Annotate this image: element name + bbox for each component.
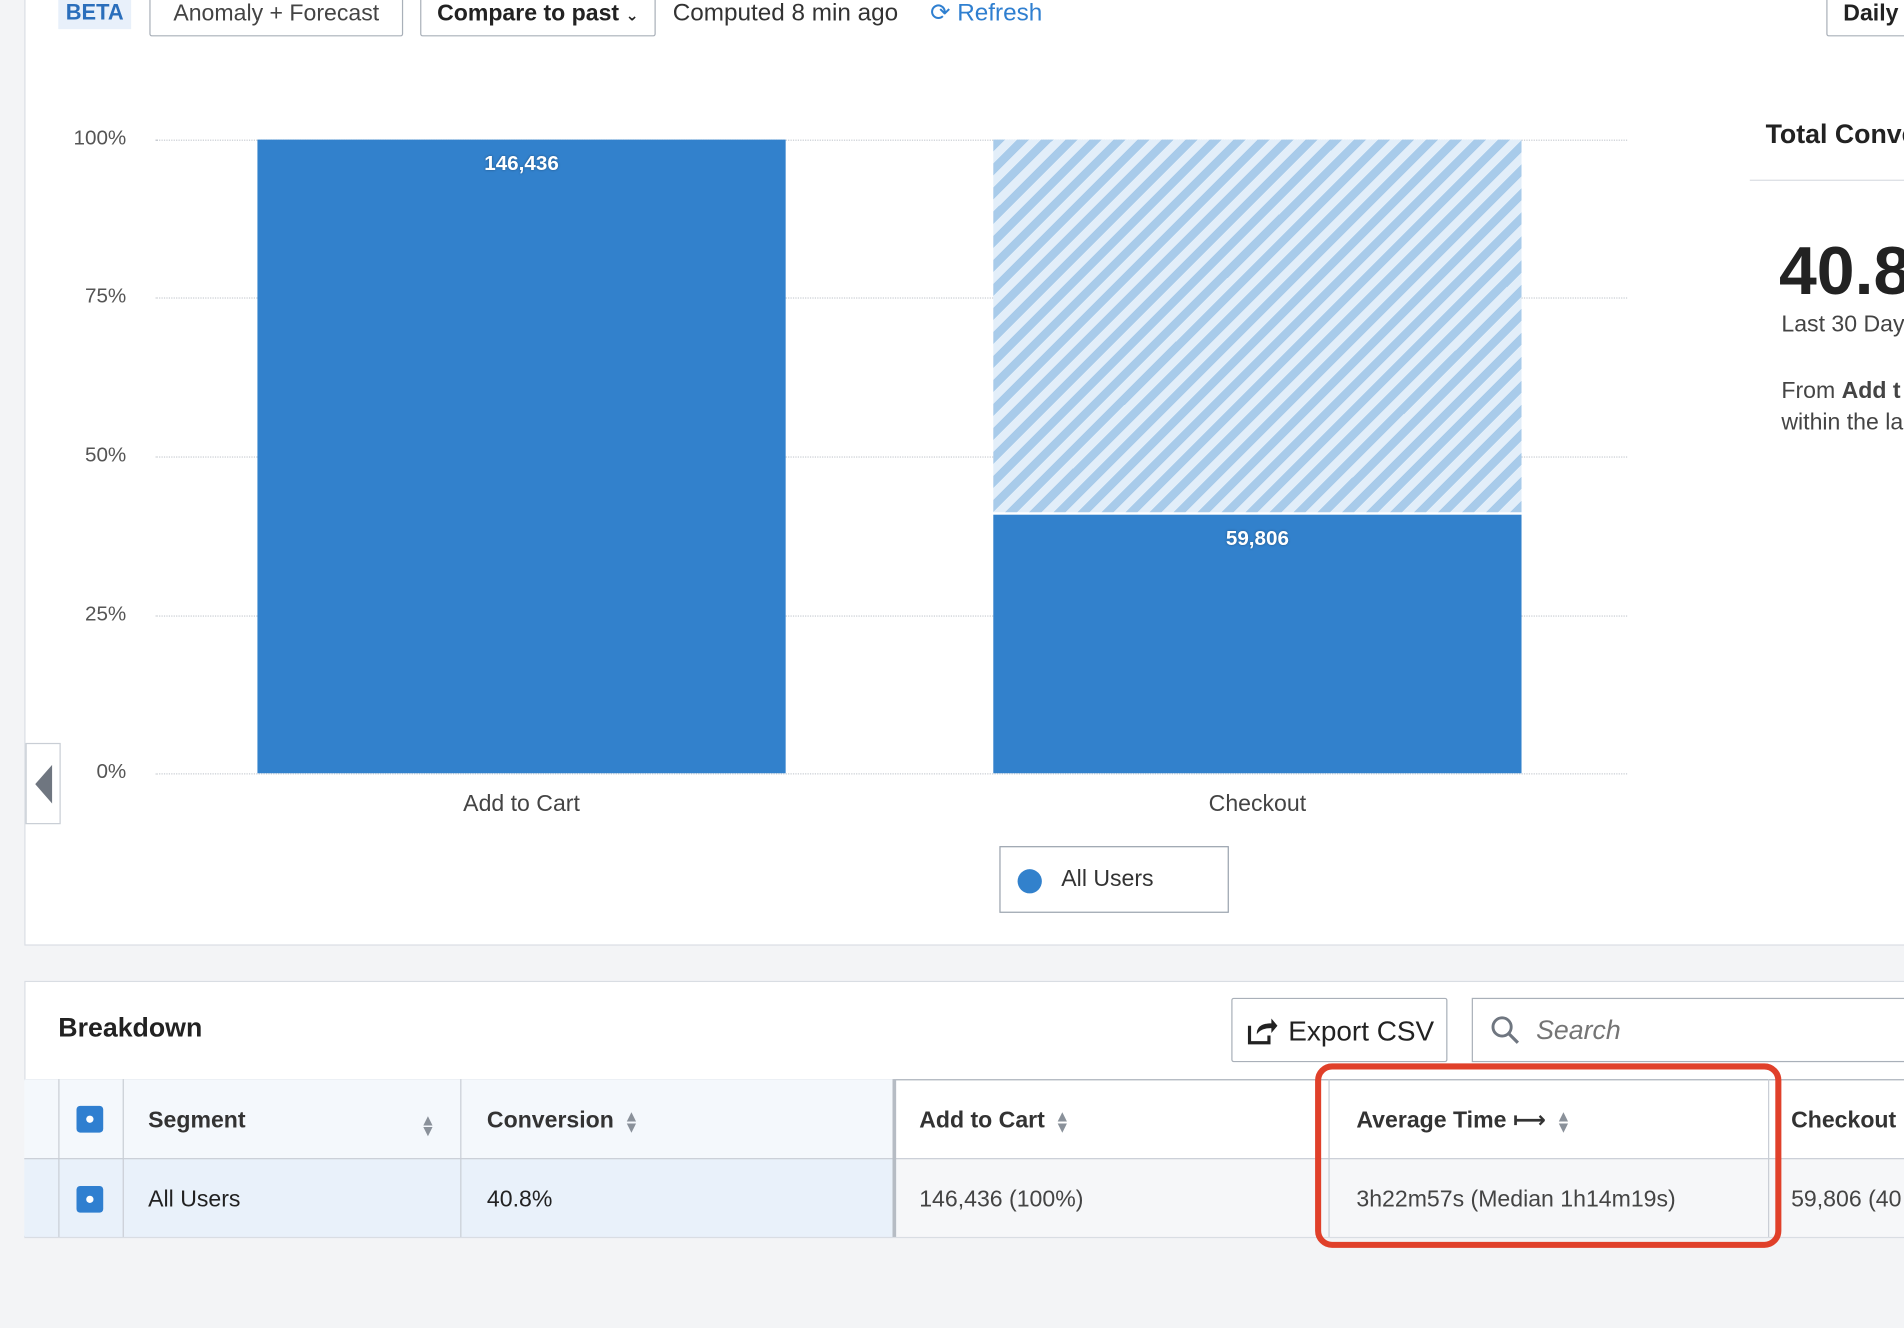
computed-status: Computed 8 min ago	[672, 0, 899, 27]
column-header-conversion[interactable]: Conversion ▲ ▼	[487, 1082, 639, 1161]
bar-checkout[interactable]	[993, 514, 1522, 774]
select-all-checkbox[interactable]	[76, 1105, 104, 1133]
gridline	[155, 773, 1628, 775]
bar-add-to-cart[interactable]	[257, 139, 786, 774]
bar-value-label: 59,806	[1225, 526, 1289, 550]
export-icon	[1247, 1017, 1278, 1044]
header-label: Segment	[148, 1108, 246, 1134]
bar-value-label: 146,436	[484, 151, 559, 175]
refresh-icon: ⟳	[930, 0, 951, 27]
summary-desc-event: Add t	[1841, 378, 1901, 405]
summary-description: From Add t within the la	[1781, 376, 1903, 439]
column-header-segment[interactable]: Segment ▲ ▼	[148, 1082, 439, 1161]
header-label: Conversion	[486, 1108, 614, 1134]
col-divider	[58, 1079, 60, 1237]
x-category-label: Checkout	[1208, 791, 1307, 817]
search-icon	[1491, 1016, 1519, 1044]
divider	[1749, 179, 1904, 181]
export-label: Export CSV	[1288, 1014, 1435, 1046]
cell-checkout: 59,806 (40	[1791, 1187, 1902, 1213]
summary-title: Total Conve	[1765, 118, 1904, 150]
col-divider	[122, 1079, 124, 1237]
frozen-divider	[892, 1079, 897, 1237]
cell-segment: All Users	[148, 1187, 241, 1213]
breakdown-title: Breakdown	[58, 1012, 203, 1043]
y-tick-label: 50%	[84, 443, 127, 467]
legend-label: All Users	[1061, 866, 1154, 893]
checkbox-dot-icon	[86, 1195, 94, 1203]
summary-desc-line2: within the la	[1781, 410, 1904, 436]
y-tick-label: 25%	[84, 602, 127, 626]
y-tick-label: 75%	[84, 284, 127, 308]
highlight-annotation	[1315, 1063, 1782, 1248]
column-header-checkout[interactable]: Checkout	[1791, 1082, 1896, 1161]
summary-value: 40.8	[1778, 231, 1904, 309]
y-tick-label: 100%	[73, 126, 127, 150]
chevron-down-icon: ⌄	[625, 6, 639, 25]
refresh-label: Refresh	[957, 0, 1043, 27]
interval-dropdown[interactable]: Daily	[1826, 0, 1904, 37]
row-checkbox[interactable]	[76, 1185, 104, 1213]
summary-desc-prefix: From	[1781, 378, 1842, 405]
column-header-add-to-cart[interactable]: Add to Cart ▲ ▼	[919, 1082, 1070, 1161]
search-field[interactable]	[1471, 997, 1904, 1063]
dropoff-area-checkout[interactable]	[993, 139, 1522, 513]
col-divider	[460, 1079, 462, 1237]
export-csv-button[interactable]: Export CSV	[1231, 997, 1448, 1063]
sort-icon[interactable]: ▲ ▼	[624, 1108, 640, 1135]
header-label: Checkout	[1791, 1108, 1897, 1134]
x-category-label: Add to Cart	[463, 791, 580, 817]
collapse-panel-button[interactable]	[25, 742, 61, 825]
cell-add-to-cart: 146,436 (100%)	[919, 1187, 1084, 1213]
sort-icon[interactable]: ▲ ▼	[1055, 1108, 1071, 1135]
header-label: Add to Cart	[919, 1108, 1045, 1134]
refresh-button[interactable]: ⟳ Refresh	[930, 0, 1042, 32]
checkbox-dot-icon	[86, 1115, 94, 1123]
cell-conversion: 40.8%	[486, 1187, 553, 1213]
compare-to-past-dropdown[interactable]: Compare to past ⌄	[420, 0, 656, 37]
search-input[interactable]	[1533, 1011, 1903, 1051]
beta-badge: BETA	[58, 0, 132, 30]
anomaly-forecast-button[interactable]: Anomaly + Forecast	[149, 0, 404, 37]
compare-label: Compare to past	[437, 1, 620, 27]
summary-period: Last 30 Day	[1781, 311, 1904, 338]
sort-icon[interactable]: ▲ ▼	[420, 1112, 436, 1139]
chart-legend[interactable]: All Users	[999, 846, 1229, 913]
caret-left-icon	[34, 764, 52, 803]
legend-dot-icon	[1017, 869, 1042, 894]
